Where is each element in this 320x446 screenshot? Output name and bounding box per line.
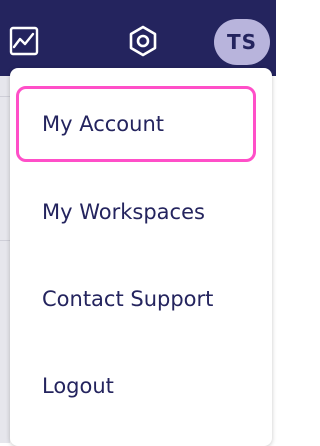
menu-item-contact-support[interactable]: Contact Support bbox=[16, 261, 256, 337]
account-dropdown-menu: My Account My Workspaces Contact Support… bbox=[10, 68, 272, 446]
divider bbox=[0, 240, 10, 241]
menu-item-logout[interactable]: Logout bbox=[16, 348, 256, 424]
menu-item-my-account[interactable]: My Account bbox=[16, 86, 256, 162]
background-content-strip bbox=[0, 76, 10, 443]
settings-hexagon-icon[interactable] bbox=[126, 24, 160, 58]
menu-item-my-workspaces[interactable]: My Workspaces bbox=[16, 174, 256, 250]
top-navigation-bar: TS bbox=[0, 0, 276, 76]
activity-chart-icon[interactable] bbox=[9, 26, 39, 56]
user-avatar[interactable]: TS bbox=[214, 19, 270, 65]
divider bbox=[0, 96, 10, 97]
